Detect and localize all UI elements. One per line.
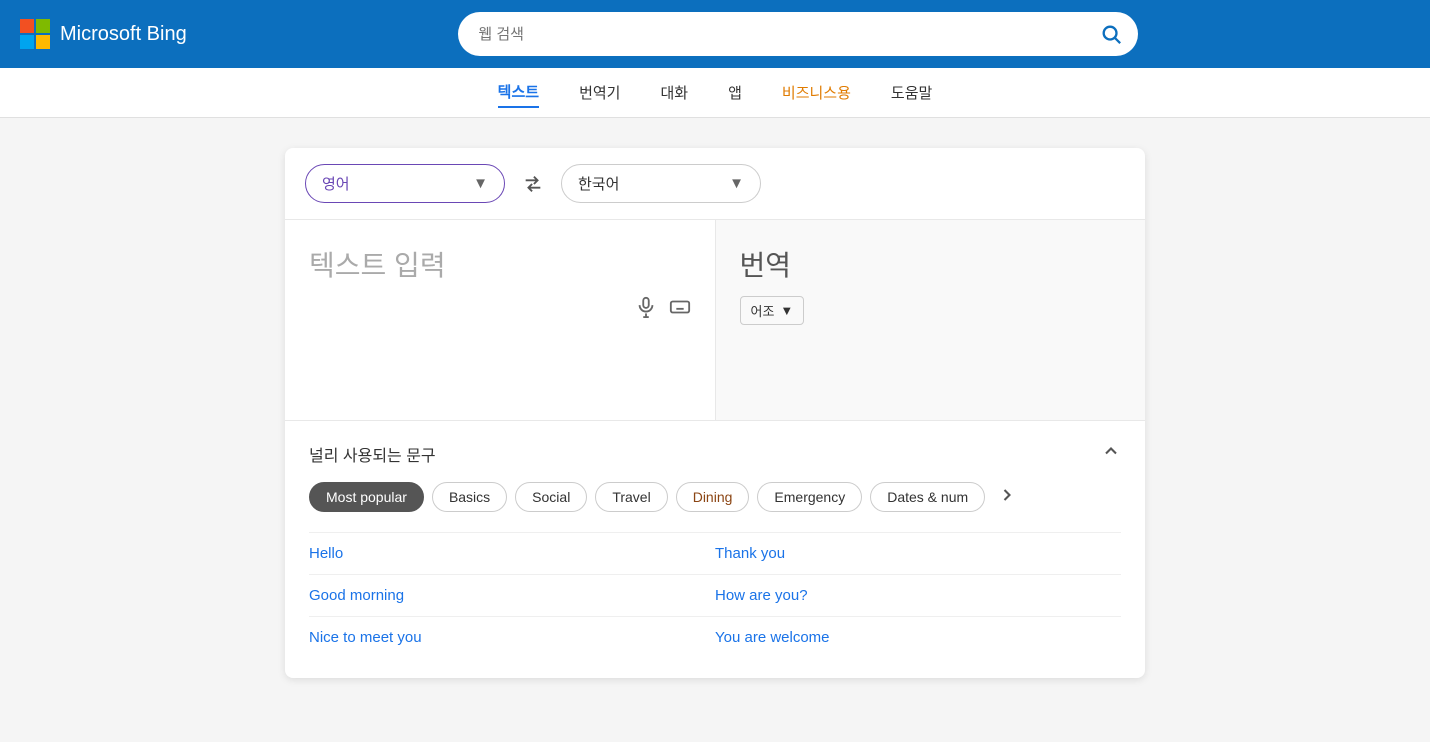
phrases-header: 널리 사용되는 문구	[309, 441, 1121, 466]
table-row: Hello Thank you	[309, 532, 1121, 574]
phrases-section: 널리 사용되는 문구 Most popular Basics Social Tr…	[285, 420, 1145, 678]
target-lang-dropdown[interactable]: 한국어 ▼	[561, 164, 761, 203]
collapse-phrases-button[interactable]	[1101, 441, 1121, 466]
main-nav: 텍스트 번역기 대화 앱 비즈니스용 도움말	[0, 68, 1430, 118]
header: Microsoft Bing	[0, 0, 1430, 68]
main-content: 영어 ▼ 한국어 ▼ 텍스트 입력	[0, 118, 1430, 708]
phrase-left-0[interactable]: Hello	[309, 545, 715, 562]
cat-tab-dining[interactable]: Dining	[676, 482, 750, 512]
microsoft-logo	[20, 19, 50, 49]
tone-chevron-icon: ▼	[780, 303, 793, 318]
cat-tab-social[interactable]: Social	[515, 482, 587, 512]
search-bar-container	[187, 12, 1410, 56]
translation-panels: 텍스트 입력	[285, 220, 1145, 420]
phrase-right-2[interactable]: You are welcome	[715, 629, 1121, 646]
phrase-list: Hello Thank you Good morning How are you…	[309, 532, 1121, 658]
translation-output: 번역	[740, 244, 1122, 284]
keyboard-icon	[669, 296, 691, 318]
nav-item-business[interactable]: 비즈니스용	[782, 78, 851, 107]
target-panel: 번역 어조 ▼	[716, 220, 1146, 420]
keyboard-button[interactable]	[669, 296, 691, 324]
collapse-icon	[1101, 441, 1121, 461]
source-panel-controls	[309, 284, 691, 324]
phrases-title: 널리 사용되는 문구	[309, 442, 436, 466]
source-placeholder[interactable]: 텍스트 입력	[309, 244, 691, 284]
table-row: Nice to meet you You are welcome	[309, 616, 1121, 658]
source-lang-chevron: ▼	[473, 175, 488, 192]
source-lang-label: 영어	[322, 173, 350, 194]
swap-languages-button[interactable]	[515, 166, 551, 202]
phrase-right-1[interactable]: How are you?	[715, 587, 1121, 604]
phrase-right-0[interactable]: Thank you	[715, 545, 1121, 562]
search-icon	[1100, 23, 1122, 45]
tone-dropdown[interactable]: 어조 ▼	[740, 296, 805, 325]
search-button[interactable]	[1100, 23, 1122, 45]
tone-label: 어조	[751, 301, 775, 320]
logo-area: Microsoft Bing	[20, 19, 187, 49]
lang-selector-row: 영어 ▼ 한국어 ▼	[285, 148, 1145, 220]
search-bar	[458, 12, 1138, 56]
cat-tab-most-popular[interactable]: Most popular	[309, 482, 424, 512]
cat-tab-basics[interactable]: Basics	[432, 482, 507, 512]
cat-tab-travel[interactable]: Travel	[595, 482, 667, 512]
source-lang-dropdown[interactable]: 영어 ▼	[305, 164, 505, 203]
source-panel: 텍스트 입력	[285, 220, 716, 420]
nav-item-text[interactable]: 텍스트	[498, 77, 539, 108]
target-lang-label: 한국어	[578, 173, 619, 194]
search-input[interactable]	[478, 26, 1092, 43]
nav-item-help[interactable]: 도움말	[891, 78, 932, 107]
categories-next-button[interactable]	[997, 485, 1017, 510]
header-title: Microsoft Bing	[60, 23, 187, 46]
target-lang-chevron: ▼	[729, 175, 744, 192]
cat-tab-emergency[interactable]: Emergency	[757, 482, 862, 512]
translator-card: 영어 ▼ 한국어 ▼ 텍스트 입력	[285, 148, 1145, 678]
nav-item-translator[interactable]: 번역기	[579, 78, 620, 107]
next-icon	[997, 485, 1017, 505]
cat-tab-dates-num[interactable]: Dates & num	[870, 482, 985, 512]
target-panel-controls: 어조 ▼	[740, 284, 1122, 325]
phrase-left-2[interactable]: Nice to meet you	[309, 629, 715, 646]
swap-icon	[522, 173, 544, 195]
table-row: Good morning How are you?	[309, 574, 1121, 616]
nav-item-app[interactable]: 앱	[728, 78, 742, 107]
mic-button[interactable]	[635, 296, 657, 324]
mic-icon	[635, 296, 657, 318]
category-tabs: Most popular Basics Social Travel Dining…	[309, 482, 1121, 512]
phrase-left-1[interactable]: Good morning	[309, 587, 715, 604]
nav-item-chat[interactable]: 대화	[660, 78, 688, 107]
